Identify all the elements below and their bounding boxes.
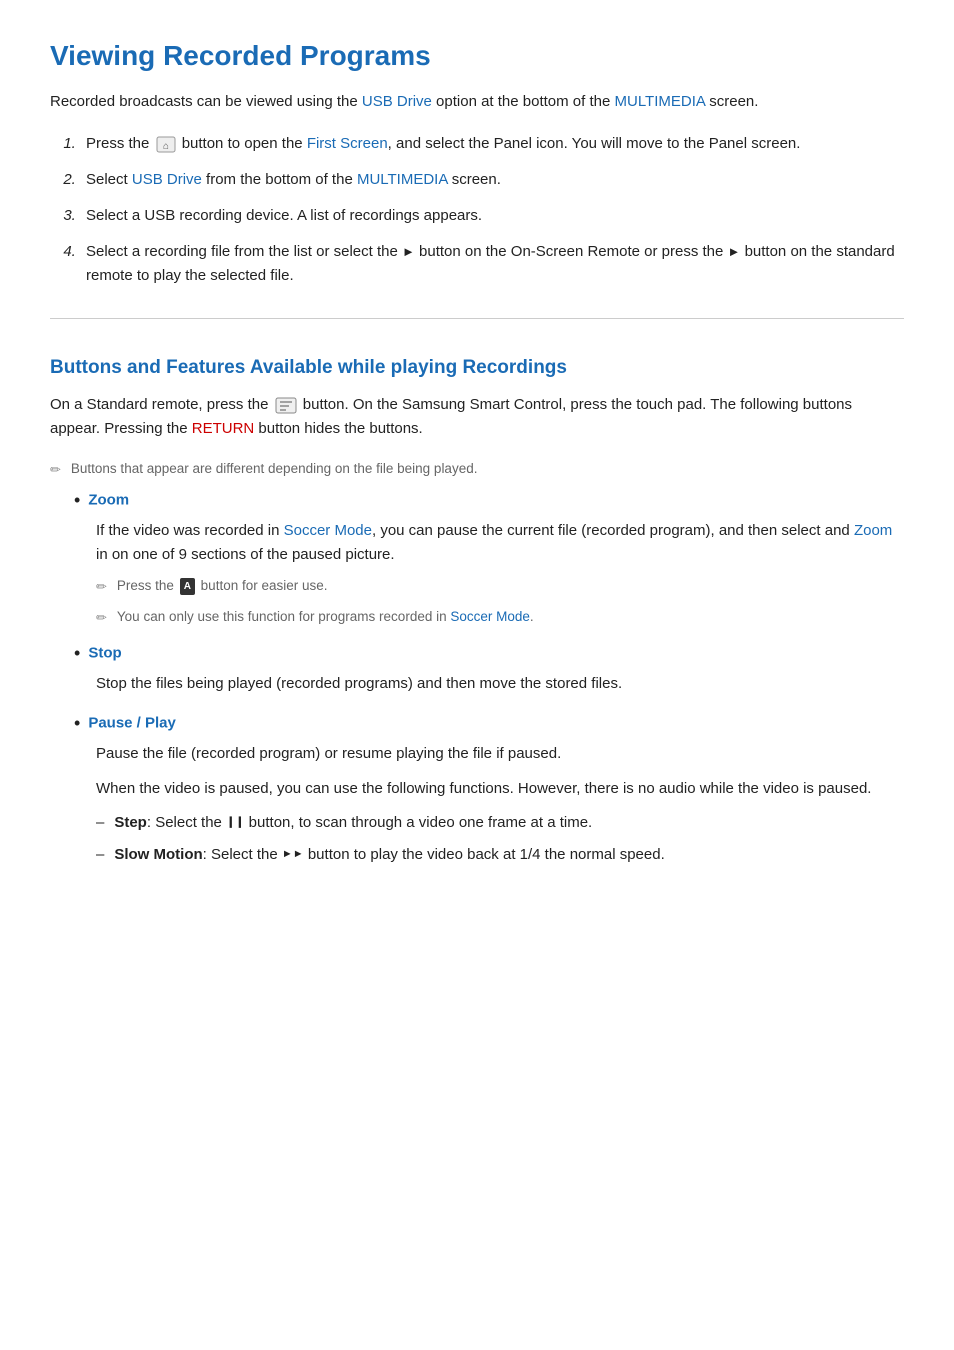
- stop-body: Stop the files being played (recorded pr…: [96, 672, 904, 697]
- first-screen-link: First Screen: [307, 135, 388, 152]
- step-sub-item: – Step: Select the ❙❙ button, to scan th…: [96, 811, 904, 835]
- zoom-sub-notes: ✏ Press the A button for easier use. ✏ Y…: [96, 576, 904, 627]
- intro-paragraph: Recorded broadcasts can be viewed using …: [50, 90, 904, 114]
- slow-motion-label: Slow Motion: [114, 846, 202, 863]
- section2-intro: On a Standard remote, press the button. …: [50, 393, 904, 441]
- section2-title: Buttons and Features Available while pla…: [50, 347, 904, 379]
- pause-play-body2: When the video is paused, you can use th…: [96, 777, 904, 802]
- pencil-icon-1: ✏: [50, 460, 61, 480]
- play-arrow-icon-2: ►: [728, 242, 741, 263]
- svg-text:⌂: ⌂: [163, 141, 169, 152]
- bullet-stop: •: [74, 643, 80, 664]
- bullet-pause-play: •: [74, 713, 80, 734]
- dash-1: –: [96, 811, 104, 835]
- zoom-note-2-text: You can only use this function for progr…: [117, 607, 534, 627]
- multimedia-link: MULTIMEDIA: [615, 93, 706, 110]
- ff-symbol: ►►: [282, 846, 304, 864]
- step-3: Select a USB recording device. A list of…: [80, 204, 904, 228]
- pause-play-title: Pause / Play: [88, 714, 176, 731]
- section-divider: [50, 318, 904, 319]
- pause-symbol: ❙❙: [226, 814, 244, 832]
- page-title: Viewing Recorded Programs: [50, 40, 904, 72]
- feature-pause-play: • Pause / Play Pause the file (recorded p…: [70, 713, 904, 868]
- stop-title: Stop: [88, 644, 121, 661]
- usb-drive-link-2: USB Drive: [132, 171, 202, 188]
- usb-drive-link: USB Drive: [362, 93, 432, 110]
- step-label: Step: [114, 814, 147, 831]
- soccer-mode-link-2: Soccer Mode: [450, 609, 530, 624]
- pencil-icon-3: ✏: [96, 608, 107, 628]
- intro-text-before: Recorded broadcasts can be viewed using …: [50, 93, 362, 110]
- zoom-link: Zoom: [854, 522, 892, 539]
- smart-ctrl-icon: [275, 397, 297, 414]
- steps-list: Press the ⌂ button to open the First Scr…: [80, 132, 904, 288]
- zoom-title: Zoom: [88, 491, 129, 508]
- slow-motion-sub-item: – Slow Motion: Select the ►► button to p…: [96, 843, 904, 867]
- play-arrow-icon: ►: [402, 242, 415, 263]
- note-text-1: Buttons that appear are different depend…: [71, 459, 478, 479]
- intro-text-middle: option at the bottom of the: [432, 93, 615, 110]
- home-icon: ⌂: [156, 136, 176, 153]
- feature-list: • Zoom If the video was recorded in Socce…: [70, 490, 904, 868]
- note-item-1: ✏ Buttons that appear are different depe…: [50, 459, 904, 480]
- step-2: Select USB Drive from the bottom of the …: [80, 168, 904, 192]
- step-sub-text: Step: Select the ❙❙ button, to scan thro…: [114, 811, 592, 835]
- pause-play-body1: Pause the file (recorded program) or res…: [96, 742, 904, 767]
- zoom-body: If the video was recorded in Soccer Mode…: [96, 519, 904, 569]
- step-1: Press the ⌂ button to open the First Scr…: [80, 132, 904, 156]
- step-4: Select a recording file from the list or…: [80, 240, 904, 288]
- dash-2: –: [96, 843, 104, 867]
- feature-zoom: • Zoom If the video was recorded in Socce…: [70, 490, 904, 628]
- zoom-note-1-text: Press the A button for easier use.: [117, 576, 328, 596]
- a-button-icon: A: [180, 578, 195, 595]
- feature-stop: • Stop Stop the files being played (recor…: [70, 643, 904, 697]
- intro-text-after: screen.: [705, 93, 758, 110]
- bullet-zoom: •: [74, 490, 80, 511]
- pencil-icon-2: ✏: [96, 577, 107, 597]
- zoom-note-1: ✏ Press the A button for easier use.: [96, 576, 904, 597]
- return-link: RETURN: [192, 420, 255, 437]
- soccer-mode-link: Soccer Mode: [284, 522, 372, 539]
- pause-play-sub-list: – Step: Select the ❙❙ button, to scan th…: [96, 811, 904, 867]
- slow-motion-sub-text: Slow Motion: Select the ►► button to pla…: [114, 843, 664, 867]
- zoom-note-2: ✏ You can only use this function for pro…: [96, 607, 904, 628]
- multimedia-link-2: MULTIMEDIA: [357, 171, 448, 188]
